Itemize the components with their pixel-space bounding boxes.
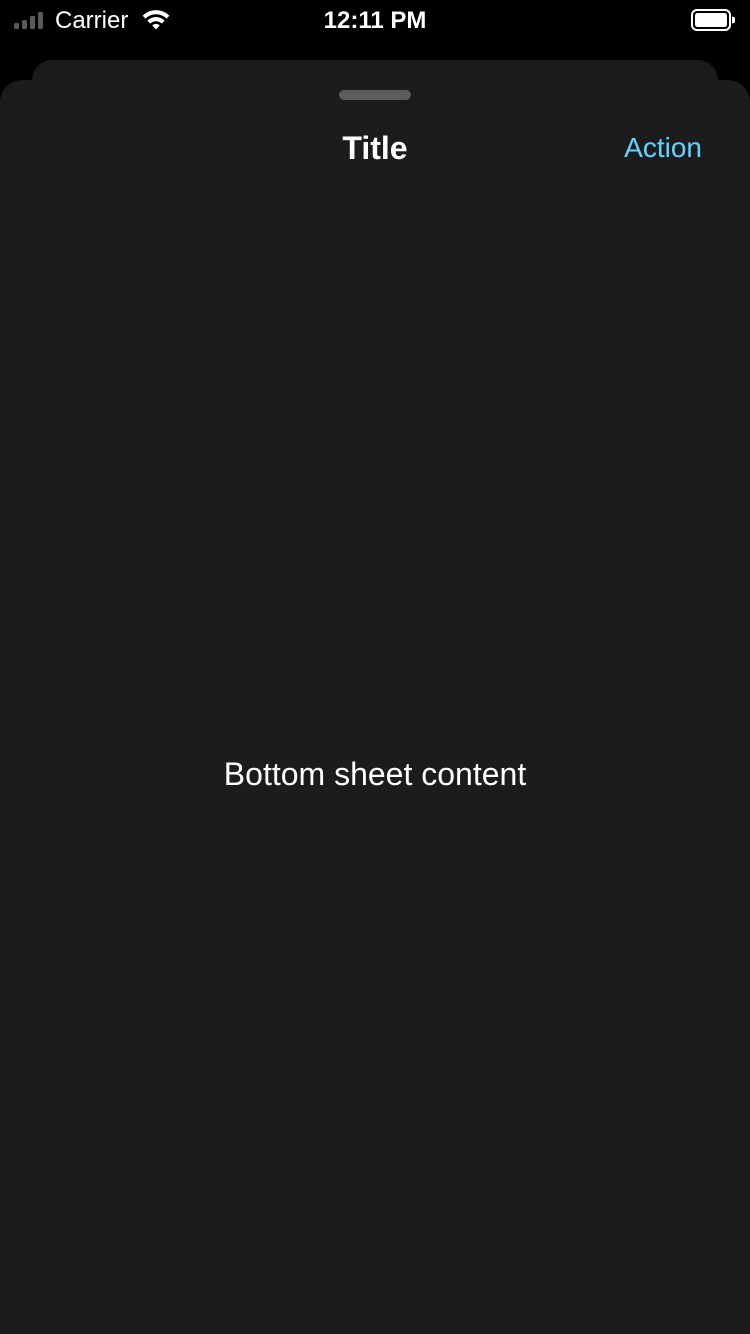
status-time: 12:11 PM: [323, 7, 427, 34]
battery-icon: [691, 9, 735, 31]
status-bar: Carrier 12:11 PM: [0, 0, 750, 40]
screen: Carrier 12:11 PM Title Action Bottom she…: [0, 0, 750, 1334]
bottom-sheet: Title Action Bottom sheet content: [0, 80, 750, 1334]
action-button[interactable]: Action: [624, 128, 702, 168]
sheet-content-text: Bottom sheet content: [223, 756, 527, 792]
sheet-grabber-handle[interactable]: [339, 90, 411, 100]
